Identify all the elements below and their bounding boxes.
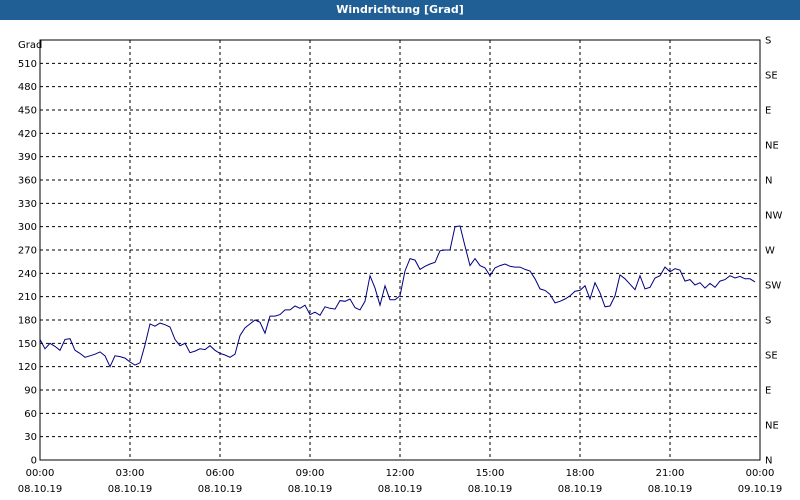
y-tick-label: 480 <box>18 82 37 93</box>
y-tick-label: 0 <box>31 456 37 467</box>
y2-compass-label: N <box>765 456 772 467</box>
y-tick-label: 90 <box>24 386 37 397</box>
x-tick-date: 08.10.19 <box>378 484 423 495</box>
x-tick-date: 08.10.19 <box>288 484 333 495</box>
y2-compass-label: W <box>765 246 775 257</box>
y-tick-label: 450 <box>18 106 37 117</box>
x-tick-date: 08.10.19 <box>648 484 693 495</box>
x-tick-date: 09.10.19 <box>738 484 783 495</box>
y-tick-label: 360 <box>18 176 37 187</box>
y-tick-label: 330 <box>18 199 37 210</box>
y2-compass-label: NE <box>765 141 779 152</box>
x-tick-time: 18:00 <box>566 468 595 479</box>
y2-compass-label: NE <box>765 421 779 432</box>
x-tick-date: 08.10.19 <box>108 484 153 495</box>
x-tick-date: 08.10.19 <box>198 484 243 495</box>
y-tick-label: 180 <box>18 316 37 327</box>
y2-compass-label: NW <box>765 211 782 222</box>
x-tick-time: 06:00 <box>206 468 235 479</box>
y2-compass-label: N <box>765 176 772 187</box>
wind-direction-chart: 0 30 60 90 120 150 180 210 240 270 300 330 360 390 420… <box>18 36 783 496</box>
y-tick-label: 120 <box>18 362 37 373</box>
y2-compass-label: E <box>765 106 771 117</box>
y-axis-label: Grad <box>18 40 42 51</box>
x-tick-time: 15:00 <box>476 468 505 479</box>
y-tick-label: 30 <box>24 432 37 443</box>
y-tick-label: 300 <box>18 222 37 233</box>
y-tick-label: 420 <box>18 129 37 140</box>
y2-compass-label: SE <box>765 351 778 362</box>
y-tick-label: 390 <box>18 152 37 163</box>
y-tick-label: 270 <box>18 246 37 257</box>
y-tick-label: 240 <box>18 269 37 280</box>
y2-compass-label: SE <box>765 71 778 82</box>
x-tick-time: 03:00 <box>116 468 145 479</box>
x-tick-date: 08.10.19 <box>18 484 63 495</box>
y2-compass-label: S <box>765 316 771 327</box>
x-tick-time: 12:00 <box>386 468 415 479</box>
x-tick-time: 09:00 <box>296 468 325 479</box>
y-tick-label: 510 <box>18 59 37 70</box>
y2-compass-label: E <box>765 386 771 397</box>
x-tick-time: 00:00 <box>746 468 775 479</box>
grid-lines <box>40 40 760 460</box>
y2-compass-label: SW <box>765 281 781 292</box>
x-tick-date: 08.10.19 <box>468 484 513 495</box>
x-tick-date: 08.10.19 <box>558 484 603 495</box>
x-tick-time: 21:00 <box>656 468 685 479</box>
x-tick-time: 00:00 <box>26 468 55 479</box>
y-tick-label: 150 <box>18 339 37 350</box>
y2-compass-label: S <box>765 36 771 47</box>
y-tick-label: 60 <box>24 409 37 420</box>
y-tick-label: 210 <box>18 292 37 303</box>
